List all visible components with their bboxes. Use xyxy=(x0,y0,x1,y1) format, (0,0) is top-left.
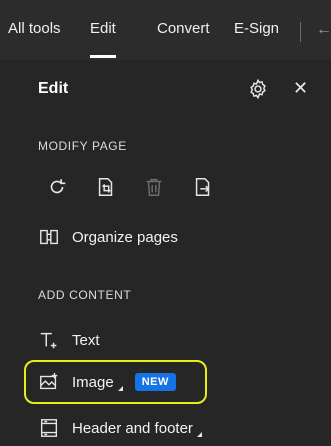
tab-all-tools[interactable]: All tools xyxy=(8,20,61,58)
header-footer-label: Header and footer xyxy=(72,419,193,437)
add-image-button[interactable]: Image NEW xyxy=(38,370,176,394)
organize-pages-button[interactable]: Organize pages xyxy=(38,225,178,249)
section-label-add-content: ADD CONTENT xyxy=(38,288,132,302)
tab-divider xyxy=(300,22,301,42)
back-arrow-icon[interactable]: ← xyxy=(316,21,331,39)
gear-icon[interactable] xyxy=(247,78,269,100)
delete-icon[interactable] xyxy=(143,176,165,198)
tab-edit[interactable]: Edit xyxy=(90,20,116,58)
organize-pages-icon xyxy=(38,226,60,248)
tab-e-sign[interactable]: E-Sign xyxy=(234,20,279,58)
image-icon xyxy=(38,371,60,393)
top-tab-bar: All tools Edit Convert E-Sign ← xyxy=(0,0,331,61)
expand-corner-icon xyxy=(196,432,202,437)
text-label: Text xyxy=(72,331,100,349)
rotate-icon[interactable] xyxy=(46,176,68,198)
edit-panel: Edit ✕ MODIFY PAGE Organize pages ADD CO… xyxy=(0,60,331,446)
close-icon[interactable]: ✕ xyxy=(293,77,308,99)
header-footer-icon xyxy=(38,417,60,439)
text-icon xyxy=(38,329,60,351)
extract-icon[interactable] xyxy=(192,176,214,198)
organize-pages-label: Organize pages xyxy=(72,228,178,246)
new-badge: NEW xyxy=(134,373,176,391)
tab-convert[interactable]: Convert xyxy=(157,20,210,58)
image-label: Image xyxy=(72,373,114,391)
section-label-modify-page: MODIFY PAGE xyxy=(38,139,127,153)
expand-corner-icon xyxy=(117,386,123,391)
crop-icon[interactable] xyxy=(95,176,117,198)
add-text-button[interactable]: Text xyxy=(38,328,100,352)
panel-title: Edit xyxy=(38,80,69,97)
header-footer-button[interactable]: Header and footer xyxy=(38,416,202,440)
